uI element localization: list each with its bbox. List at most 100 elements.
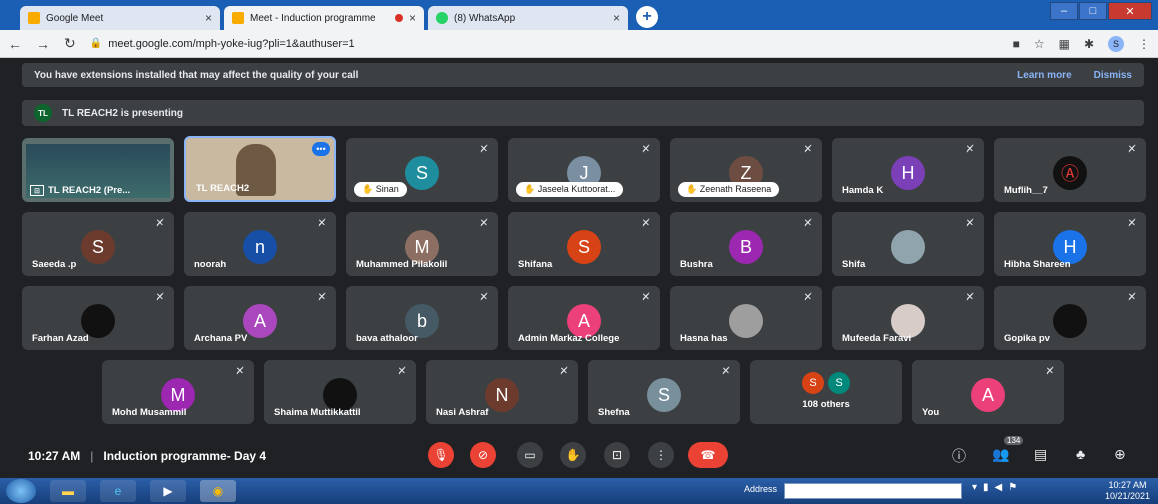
- participant-tile[interactable]: ✕̸ b bava athaloor: [346, 286, 498, 350]
- dismiss-button[interactable]: Dismiss: [1094, 70, 1132, 81]
- close-window-button[interactable]: ✕: [1108, 2, 1152, 20]
- avatar: [1053, 304, 1087, 338]
- mic-off-icon: ✕̸: [479, 144, 488, 155]
- activities-icon[interactable]: ♣: [1076, 446, 1085, 462]
- present-icon: ⊡: [30, 185, 44, 196]
- close-tab-icon[interactable]: ×: [409, 11, 416, 25]
- extensions-warning-text: You have extensions installed that may a…: [34, 69, 359, 81]
- profile-avatar[interactable]: S: [1108, 35, 1124, 52]
- others-tile[interactable]: S S 108 others: [750, 360, 902, 424]
- participant-tile[interactable]: ✕̸ S Shifana: [508, 212, 660, 276]
- maximize-button[interactable]: □: [1079, 2, 1107, 20]
- raise-hand-button[interactable]: ✋: [560, 442, 586, 468]
- avatar: H: [891, 156, 925, 190]
- mic-off-icon: ✕̸: [803, 144, 812, 155]
- puzzle-icon[interactable]: ✱: [1084, 37, 1094, 51]
- participant-tile[interactable]: ✕̸ N Nasi Ashraf: [426, 360, 578, 424]
- more-options-button[interactable]: ⋮: [648, 442, 674, 468]
- participant-tile[interactable]: ✕̸ B Bushra: [670, 212, 822, 276]
- presenter-camera-tile[interactable]: ••• TL REACH2: [184, 136, 336, 202]
- taskbar-clock[interactable]: 10:27 AM 10/21/2021: [1105, 480, 1150, 502]
- camera-indicator-icon[interactable]: ■: [1013, 37, 1020, 51]
- mic-off-icon: ✕̸: [721, 366, 730, 377]
- participant-tile[interactable]: ✕̸ n noorah: [184, 212, 336, 276]
- tile-name: Muhammed Pilakolil: [356, 259, 448, 270]
- participant-tile[interactable]: ✕̸ J ✋ Jaseela Kuttoorat...: [508, 138, 660, 202]
- tile-name: Archana PV: [194, 333, 248, 344]
- meet-favicon-icon: [28, 12, 40, 24]
- participant-tile[interactable]: ✕̸ A Archana PV: [184, 286, 336, 350]
- participant-tile[interactable]: ✕̸ H Hibha Shareen: [994, 212, 1146, 276]
- taskbar-address-input[interactable]: [784, 483, 962, 499]
- flag-icon[interactable]: ⚑: [1008, 482, 1017, 493]
- people-icon[interactable]: 👥: [992, 446, 1009, 463]
- chrome-taskbar-icon[interactable]: ◉: [200, 480, 236, 502]
- participant-tile[interactable]: ✕̸ Ⓐ Muflih__7: [994, 138, 1146, 202]
- start-button[interactable]: [6, 479, 36, 503]
- present-button[interactable]: ⊡: [604, 442, 630, 468]
- internet-explorer-icon[interactable]: e: [100, 480, 136, 502]
- avatar: S: [567, 230, 601, 264]
- back-arrow-icon[interactable]: ←: [8, 36, 22, 52]
- tab-meet-induction[interactable]: Meet - Induction programme ×: [224, 6, 424, 30]
- tab-google-meet[interactable]: Google Meet ×: [20, 6, 220, 30]
- close-tab-icon[interactable]: ×: [205, 11, 212, 25]
- self-tile[interactable]: ✕̸ A You: [912, 360, 1064, 424]
- menu-kebab-icon[interactable]: ⋮: [1138, 37, 1150, 51]
- tile-name: Nasi Ashraf: [436, 407, 489, 418]
- avatar: S: [802, 372, 824, 394]
- minimize-button[interactable]: –: [1050, 2, 1078, 20]
- mic-off-icon: ✕̸: [803, 292, 812, 303]
- participant-tile[interactable]: ✕̸ Mufeeda Faravi: [832, 286, 984, 350]
- tray-arrow-icon[interactable]: ▾: [972, 482, 977, 493]
- participant-name: Sinan: [375, 184, 399, 194]
- leave-call-button[interactable]: ☎: [688, 442, 728, 468]
- more-options-icon[interactable]: •••: [312, 142, 330, 156]
- tile-name: Shifana: [518, 259, 553, 270]
- file-explorer-icon[interactable]: ▬: [50, 480, 86, 502]
- participant-tile[interactable]: ✕̸ Hasna has: [670, 286, 822, 350]
- participant-tile[interactable]: ✕̸ Farhan Azad: [22, 286, 174, 350]
- presenting-banner[interactable]: TL TL REACH2 is presenting: [22, 100, 1144, 126]
- reload-icon[interactable]: ↻: [64, 35, 76, 52]
- media-player-icon[interactable]: ▶: [150, 480, 186, 502]
- bookmark-star-icon[interactable]: ☆: [1034, 37, 1045, 51]
- learn-more-link[interactable]: Learn more: [1017, 70, 1071, 81]
- address-bar[interactable]: 🔒 meet.google.com/mph-yoke-iug?pli=1&aut…: [90, 38, 999, 50]
- host-controls-icon[interactable]: ⊕: [1114, 446, 1126, 463]
- screen-share-tile[interactable]: ⊡ TL REACH2 (Pre...: [22, 138, 174, 202]
- tab-whatsapp[interactable]: (8) WhatsApp ×: [428, 6, 628, 30]
- participant-tile[interactable]: ✕̸ M Muhammed Pilakolil: [346, 212, 498, 276]
- info-icon[interactable]: ⓘ: [952, 446, 966, 466]
- captions-button[interactable]: ▭: [517, 442, 543, 468]
- avatar: Ⓐ: [1053, 156, 1087, 190]
- tile-name: TL REACH2 (Pre...: [48, 185, 131, 196]
- participant-tile[interactable]: ✕̸ A Admin Markaz College: [508, 286, 660, 350]
- participant-tile[interactable]: ✕̸ S ✋ Sinan: [346, 138, 498, 202]
- mic-toggle-button[interactable]: 🎙: [428, 442, 454, 468]
- raised-hand-icon: ✋: [362, 184, 376, 194]
- extension-grid-icon[interactable]: ▦: [1059, 37, 1070, 51]
- mic-off-icon: ✕̸: [965, 292, 974, 303]
- network-icon[interactable]: ▮: [983, 482, 989, 493]
- close-tab-icon[interactable]: ×: [613, 11, 620, 25]
- camera-toggle-button[interactable]: ⊘: [470, 442, 496, 468]
- volume-icon[interactable]: ◀: [995, 482, 1003, 493]
- participant-tile[interactable]: ✕̸ Z ✋ Zeenath Raseena: [670, 138, 822, 202]
- browser-tab-strip: Google Meet × Meet - Induction programme…: [0, 0, 1158, 30]
- raised-hand-icon: ✋: [686, 184, 700, 194]
- tile-name: Shefna: [598, 407, 630, 418]
- participant-tile[interactable]: ✕̸ S Shefna: [588, 360, 740, 424]
- participant-tile[interactable]: ✕̸ M Mohd Musammil: [102, 360, 254, 424]
- participant-tile[interactable]: ✕̸ H Hamda K: [832, 138, 984, 202]
- participant-tile[interactable]: ✕̸ Gopika pv: [994, 286, 1146, 350]
- forward-arrow-icon[interactable]: →: [36, 36, 50, 52]
- mic-off-icon: ✕̸: [965, 218, 974, 229]
- chat-icon[interactable]: ▤: [1034, 446, 1047, 463]
- participant-tile[interactable]: ✕̸ Shifa: [832, 212, 984, 276]
- participant-tile[interactable]: ✕̸ S Saeeda .p: [22, 212, 174, 276]
- new-tab-button[interactable]: +: [636, 6, 658, 28]
- participant-tile[interactable]: ✕̸ Shaima Muttikkattil: [264, 360, 416, 424]
- tile-name: noorah: [194, 259, 227, 270]
- extensions-warning-banner: You have extensions installed that may a…: [22, 63, 1144, 87]
